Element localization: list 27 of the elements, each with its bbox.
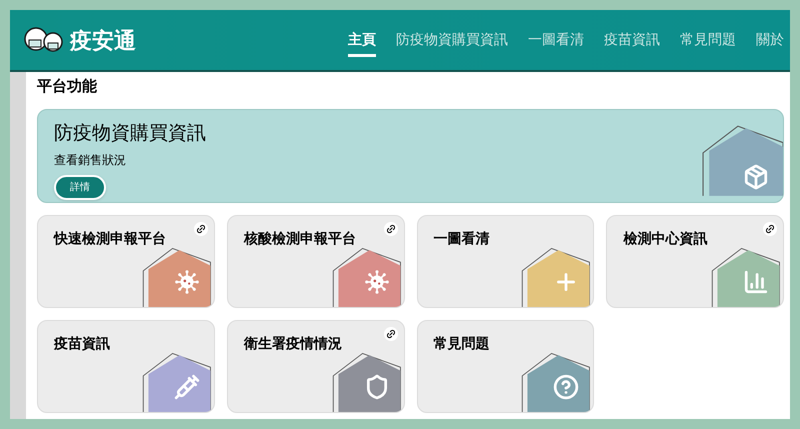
feature-card[interactable]: 檢測中心資訊 [606,214,784,308]
feature-card[interactable]: 快速檢測申報平台 [37,214,215,308]
card-title: 核酸檢測申報平台 [244,228,357,248]
card-title: 一圖看清 [434,228,490,248]
box-icon [743,164,769,190]
nav-link[interactable]: 主頁 [348,23,376,57]
details-button[interactable]: 詳情 [54,175,106,200]
card-title: 衛生署疫情情況 [244,334,343,352]
section-title: 平台功能 [37,77,98,97]
card-title: 快速檢測申報平台 [54,228,167,248]
banner-card[interactable]: 防疫物資購買資訊 查看銷售狀況 詳情 [37,108,784,202]
syringe-icon [174,374,200,400]
card-title: 檢測中心資訊 [623,228,708,248]
bar-chart-icon [743,268,769,294]
feature-card[interactable]: 衛生署疫情情況 [226,320,404,412]
feature-card[interactable]: 核酸檢測申報平台 [226,214,404,308]
feature-card[interactable]: 疫苗資訊 [37,320,215,412]
question-icon [553,374,580,400]
feature-card[interactable]: 一圖看清 [416,214,594,308]
banner-title: 防疫物資購買資訊 [54,122,207,146]
banner-subtitle: 查看銷售狀況 [54,152,127,170]
logo-text: 疫安通 [70,26,136,54]
card-title: 疫苗資訊 [54,334,111,353]
virus-icon [174,268,200,294]
virus-icon [364,268,390,294]
card-title: 常見問題 [434,334,490,352]
feature-card[interactable]: 常見問題 [416,320,594,412]
